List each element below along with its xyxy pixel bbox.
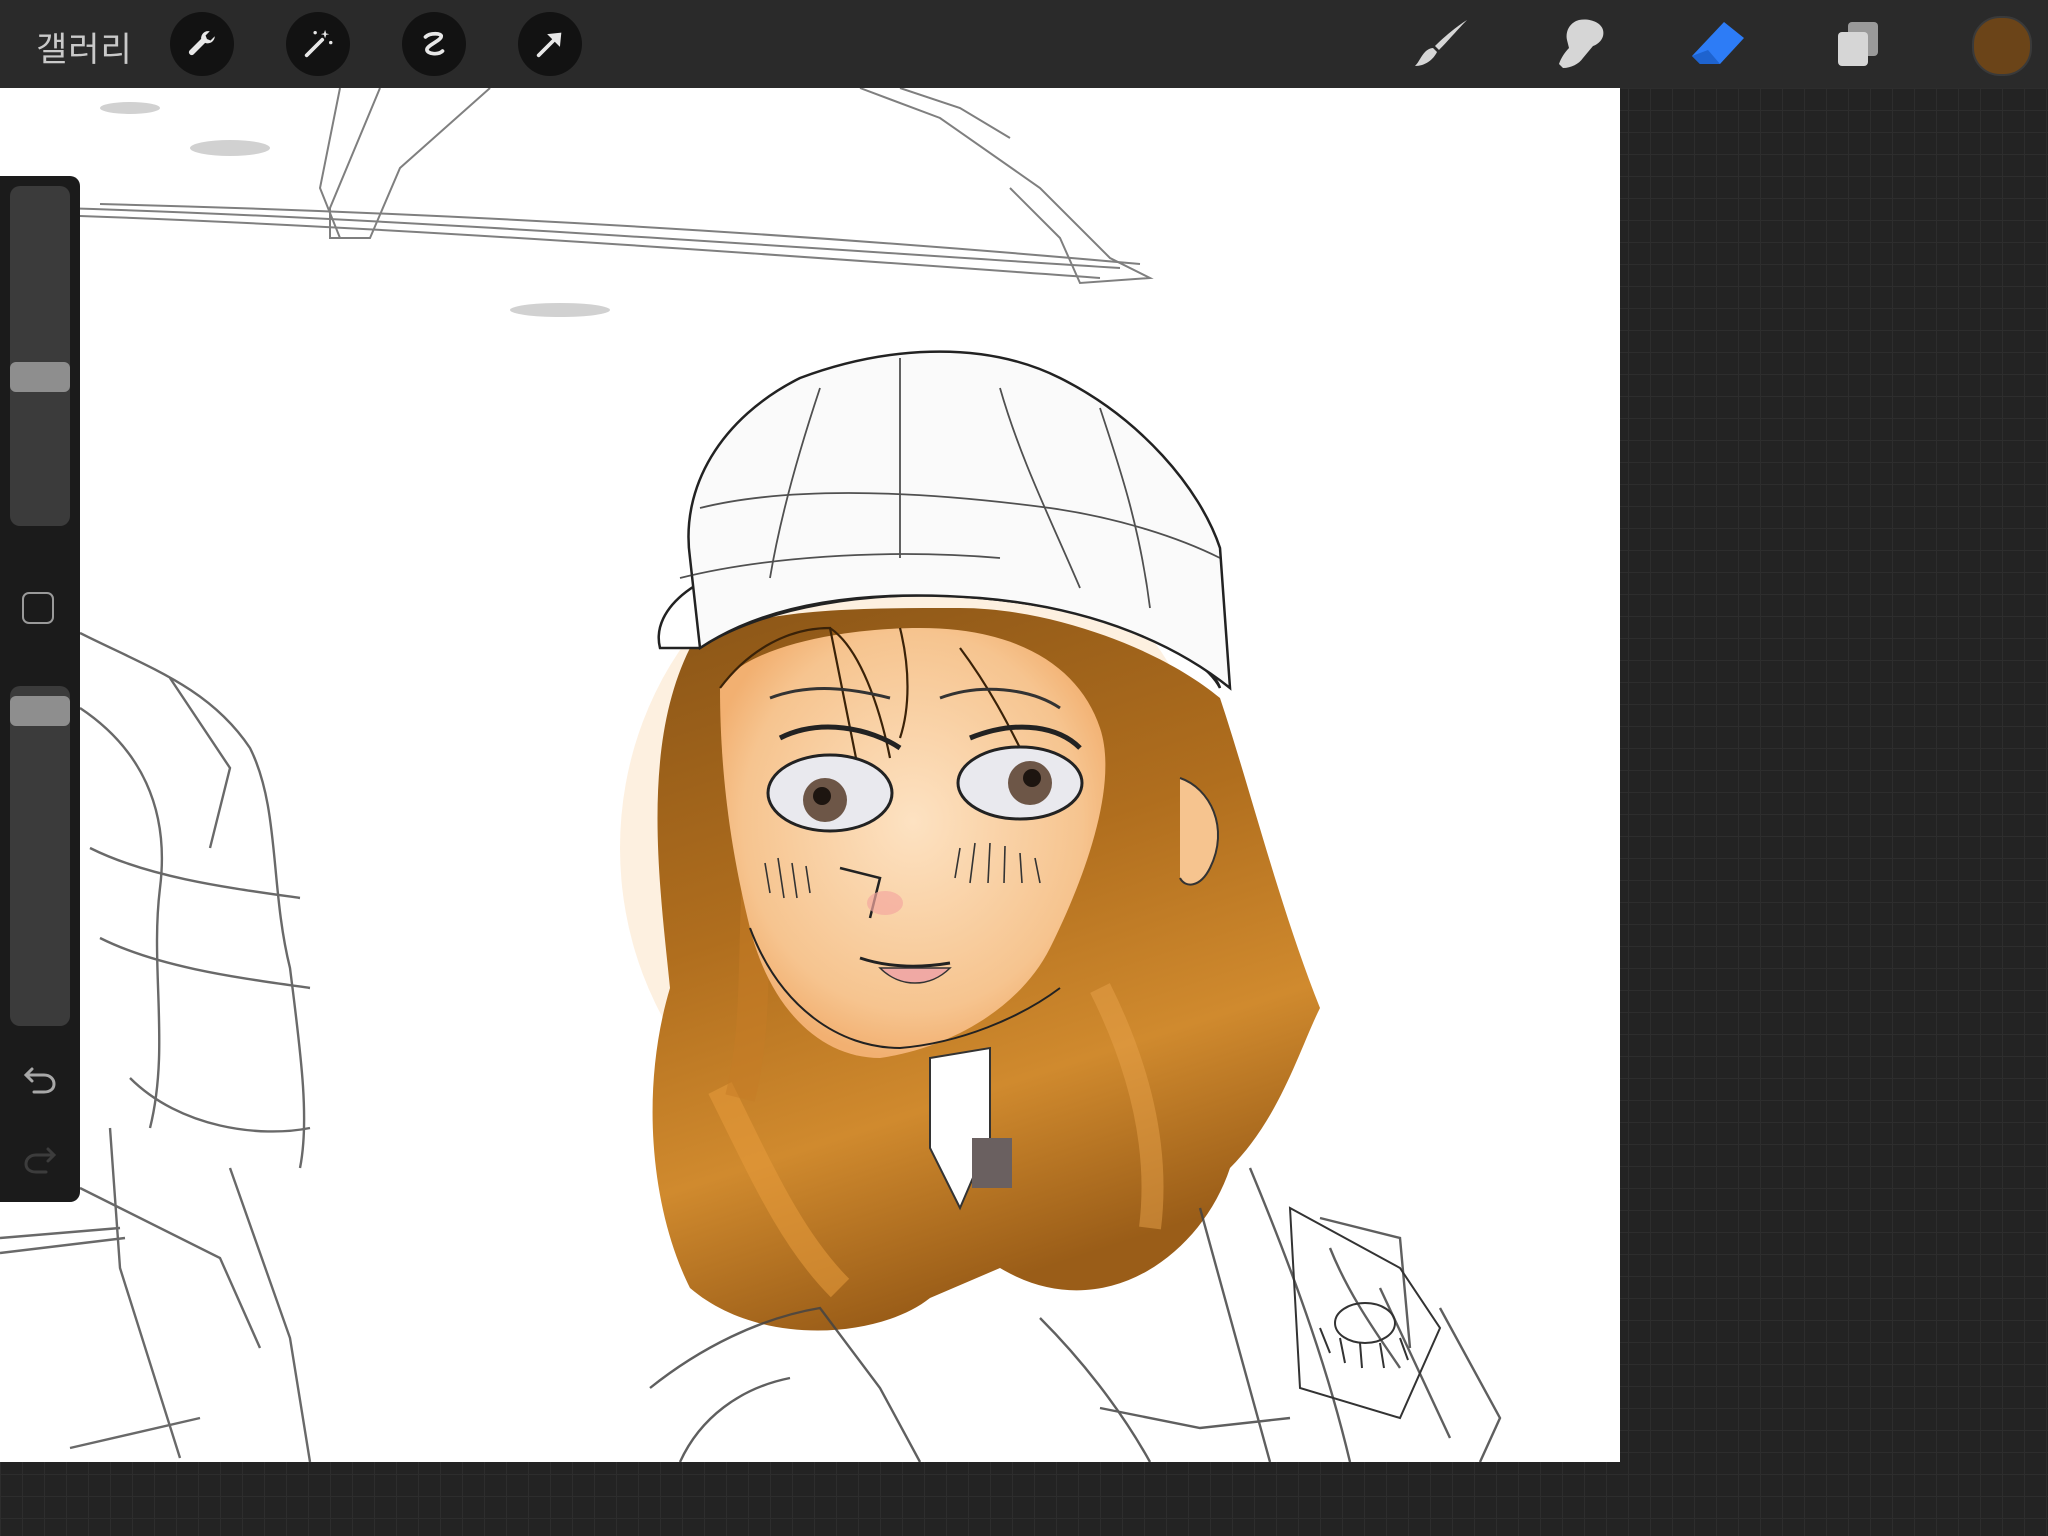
selection-button[interactable] [402, 12, 466, 76]
artwork [0, 88, 1502, 1462]
modify-button[interactable] [22, 592, 54, 624]
magic-wand-icon [304, 29, 333, 58]
opacity-slider[interactable] [10, 686, 70, 1026]
layers-button[interactable] [1826, 14, 1890, 74]
brush-size-thumb[interactable] [10, 362, 70, 392]
eraser-icon [1692, 22, 1744, 64]
redo-icon [24, 1147, 57, 1174]
redo-button[interactable] [18, 1138, 62, 1182]
brush-tool-button[interactable] [1408, 14, 1472, 74]
layers-icon [1838, 22, 1878, 66]
smudge-tool-button[interactable] [1548, 14, 1612, 74]
sidebar [0, 176, 80, 1202]
brush-size-slider[interactable] [10, 186, 70, 526]
top-toolbar: 갤러리 [0, 0, 2048, 88]
transform-button[interactable] [518, 12, 582, 76]
actions-button[interactable] [170, 12, 234, 76]
transform-arrow-icon [536, 32, 562, 58]
drawing-canvas[interactable] [0, 88, 1620, 1462]
adjustments-button[interactable] [286, 12, 350, 76]
gallery-button[interactable]: 갤러리 [36, 22, 133, 71]
brush-icon [1415, 20, 1467, 66]
eraser-tool-button[interactable] [1686, 14, 1750, 74]
opacity-thumb[interactable] [10, 696, 70, 726]
undo-button[interactable] [18, 1058, 62, 1102]
color-picker-button[interactable] [1972, 16, 2032, 76]
undo-icon [23, 1067, 56, 1094]
smudge-icon [1559, 19, 1604, 68]
selection-icon [423, 31, 445, 56]
wrench-icon [188, 31, 215, 56]
